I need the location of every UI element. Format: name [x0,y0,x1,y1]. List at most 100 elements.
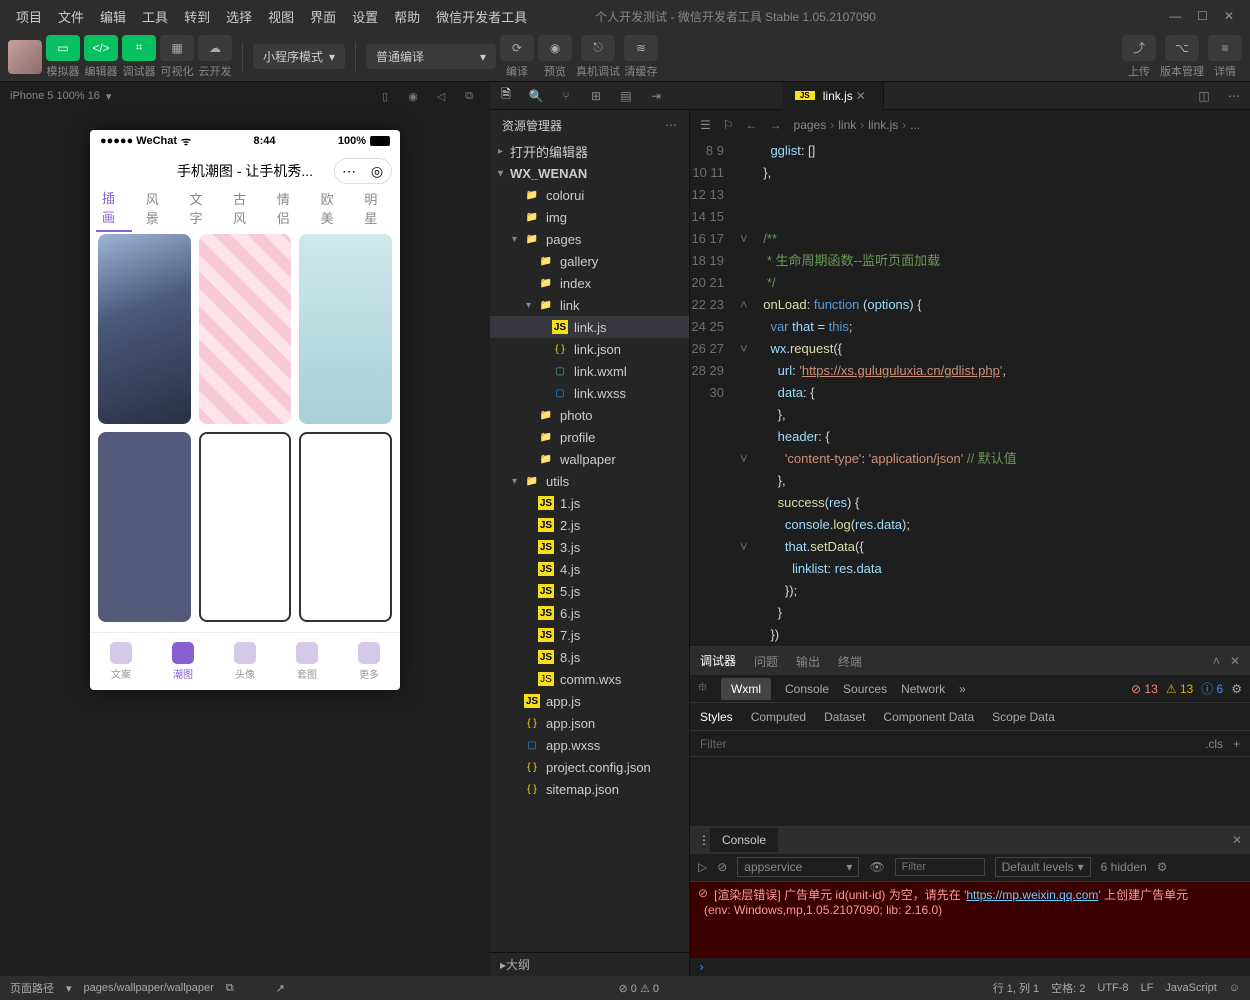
menu-icon[interactable]: ⋯ [335,159,363,183]
menu-item[interactable]: 界面 [302,3,344,30]
clear-console-icon[interactable]: ⊘ [717,860,727,874]
warn-count[interactable]: ⚠ 13 [1166,682,1193,696]
version-button[interactable]: ⌥ [1165,35,1199,61]
styles-tab[interactable]: Scope Data [992,710,1055,724]
cursor-position[interactable]: 行 1, 列 1 [993,980,1039,996]
bottom-nav-item[interactable]: 更多 [358,642,380,681]
file-node[interactable]: 📁photo [490,404,689,426]
encoding[interactable]: UTF-8 [1097,982,1128,994]
compile-mode-dropdown[interactable]: 普通编译▾ [366,44,496,69]
styles-tab[interactable]: Styles [700,710,733,724]
preview-button[interactable]: ◉ [538,35,572,61]
collapse-icon[interactable]: ˄ [1213,654,1220,668]
editor-button[interactable]: </> [84,35,118,61]
file-node[interactable]: 📁wallpaper [490,448,689,470]
console-gear-icon[interactable]: ⚙ [1157,860,1168,874]
network-tab[interactable]: Network [901,682,945,696]
problems[interactable]: ⊘ 0 ⚠ 0 [619,982,659,995]
console-tab[interactable]: Console [785,682,829,696]
console-link[interactable]: https://mp.weixin.qq.com [966,888,1098,902]
phone-tab[interactable]: 文字 [183,185,219,231]
phone-tab[interactable]: 明星 [358,185,394,231]
styles-tab[interactable]: Dataset [824,710,865,724]
file-node[interactable]: { }project.config.json [490,756,689,778]
file-node[interactable]: JS7.js [490,624,689,646]
wallpaper-card[interactable] [98,234,191,424]
sources-tab[interactable]: Sources [843,682,887,696]
debugger-tab[interactable]: 调试器 [700,652,736,671]
outline-section[interactable]: ▸ 大纲 [490,952,689,976]
minimize-icon[interactable]: — [1169,9,1181,23]
wallpaper-card[interactable] [299,234,392,424]
device-icon[interactable]: ▯ [374,90,396,103]
bottom-nav-item[interactable]: 文案 [110,642,132,681]
info-count[interactable]: ⓘ 6 [1201,680,1223,697]
file-node[interactable]: 📁index [490,272,689,294]
console-toggle-icon[interactable]: ▷ [698,860,707,874]
file-node[interactable]: 📁gallery [490,250,689,272]
menu-item[interactable]: 工具 [134,3,176,30]
bottom-nav-item[interactable]: 套图 [296,642,318,681]
file-node[interactable]: JS8.js [490,646,689,668]
folder-node[interactable]: ▾📁utils [490,470,689,492]
file-node[interactable]: JS6.js [490,602,689,624]
styles-tab[interactable]: Component Data [883,710,974,724]
file-node[interactable]: 📁img [490,206,689,228]
clone-icon[interactable]: ⧉ [458,90,480,103]
hidden-count[interactable]: 6 hidden [1101,860,1147,874]
console-prompt[interactable]: › [690,958,1250,976]
wxml-tab[interactable]: Wxml [721,678,771,700]
search-icon[interactable]: 🔍 [526,89,546,103]
menu-item[interactable]: 帮助 [386,3,428,30]
debugger-tab[interactable]: 问题 [754,653,778,670]
levels-dropdown[interactable]: Default levels▾ [995,857,1091,877]
scope-dropdown[interactable]: appservice▾ [737,857,859,877]
phone-tab[interactable]: 欧美 [315,185,351,231]
folder-node[interactable]: ▾📁pages [490,228,689,250]
visual-button[interactable]: ▦ [160,35,194,61]
ext-icon[interactable]: ⊞ [586,89,606,103]
compile-button[interactable]: ⟳ [500,35,534,61]
target-icon[interactable]: ◎ [363,159,391,183]
eye-icon[interactable]: 👁 [869,860,884,874]
filter-input[interactable]: Filter [700,737,727,751]
details-button[interactable]: ≡ [1208,35,1242,61]
styles-tab[interactable]: Computed [751,710,806,724]
bottom-nav-item[interactable]: 头像 [234,642,256,681]
debugger-button[interactable]: ⌗ [122,35,156,61]
list-icon[interactable]: ☰ [700,118,711,132]
phone-tab[interactable]: 风景 [140,185,176,231]
file-node[interactable]: JScomm.wxs [490,668,689,690]
file-node[interactable]: ▢app.wxss [490,734,689,756]
file-node[interactable]: JS2.js [490,514,689,536]
indent[interactable]: 空格: 2 [1051,980,1085,996]
file-node[interactable]: JS3.js [490,536,689,558]
menu-item[interactable]: 设置 [344,3,386,30]
opened-editors[interactable]: ▸打开的编辑器 [490,140,689,162]
copy-icon[interactable]: ⧉ [226,982,234,995]
page-path[interactable]: pages/wallpaper/wallpaper [84,982,214,994]
more-tabs-icon[interactable]: » [959,682,966,696]
menu-item[interactable]: 项目 [8,3,50,30]
error-count[interactable]: ⊘ 13 [1131,682,1158,696]
db-icon[interactable]: ▤ [616,89,636,103]
bookmark-icon[interactable]: ⚐ [723,118,734,132]
menu-item[interactable]: 选择 [218,3,260,30]
menu-item[interactable]: 转到 [176,3,218,30]
file-node[interactable]: { }sitemap.json [490,778,689,800]
menu-item[interactable]: 编辑 [92,3,134,30]
avatar[interactable] [8,40,42,74]
remote-debug-button[interactable]: ⎋ [581,35,615,61]
file-node[interactable]: JS1.js [490,492,689,514]
close-tab-icon[interactable]: ✕ [851,89,871,103]
file-node[interactable]: JSlink.js [490,316,689,338]
explorer-more-icon[interactable]: ⋯ [665,118,677,132]
back-icon[interactable]: ← [746,118,758,132]
forward-icon[interactable]: → [770,118,782,132]
menu-item[interactable]: 文件 [50,3,92,30]
menu-item[interactable]: 视图 [260,3,302,30]
phone-tab[interactable]: 情侣 [271,185,307,231]
wallpaper-card[interactable] [199,432,292,622]
phone-tab[interactable]: 古风 [227,185,263,231]
record-icon[interactable]: ◉ [402,90,424,103]
